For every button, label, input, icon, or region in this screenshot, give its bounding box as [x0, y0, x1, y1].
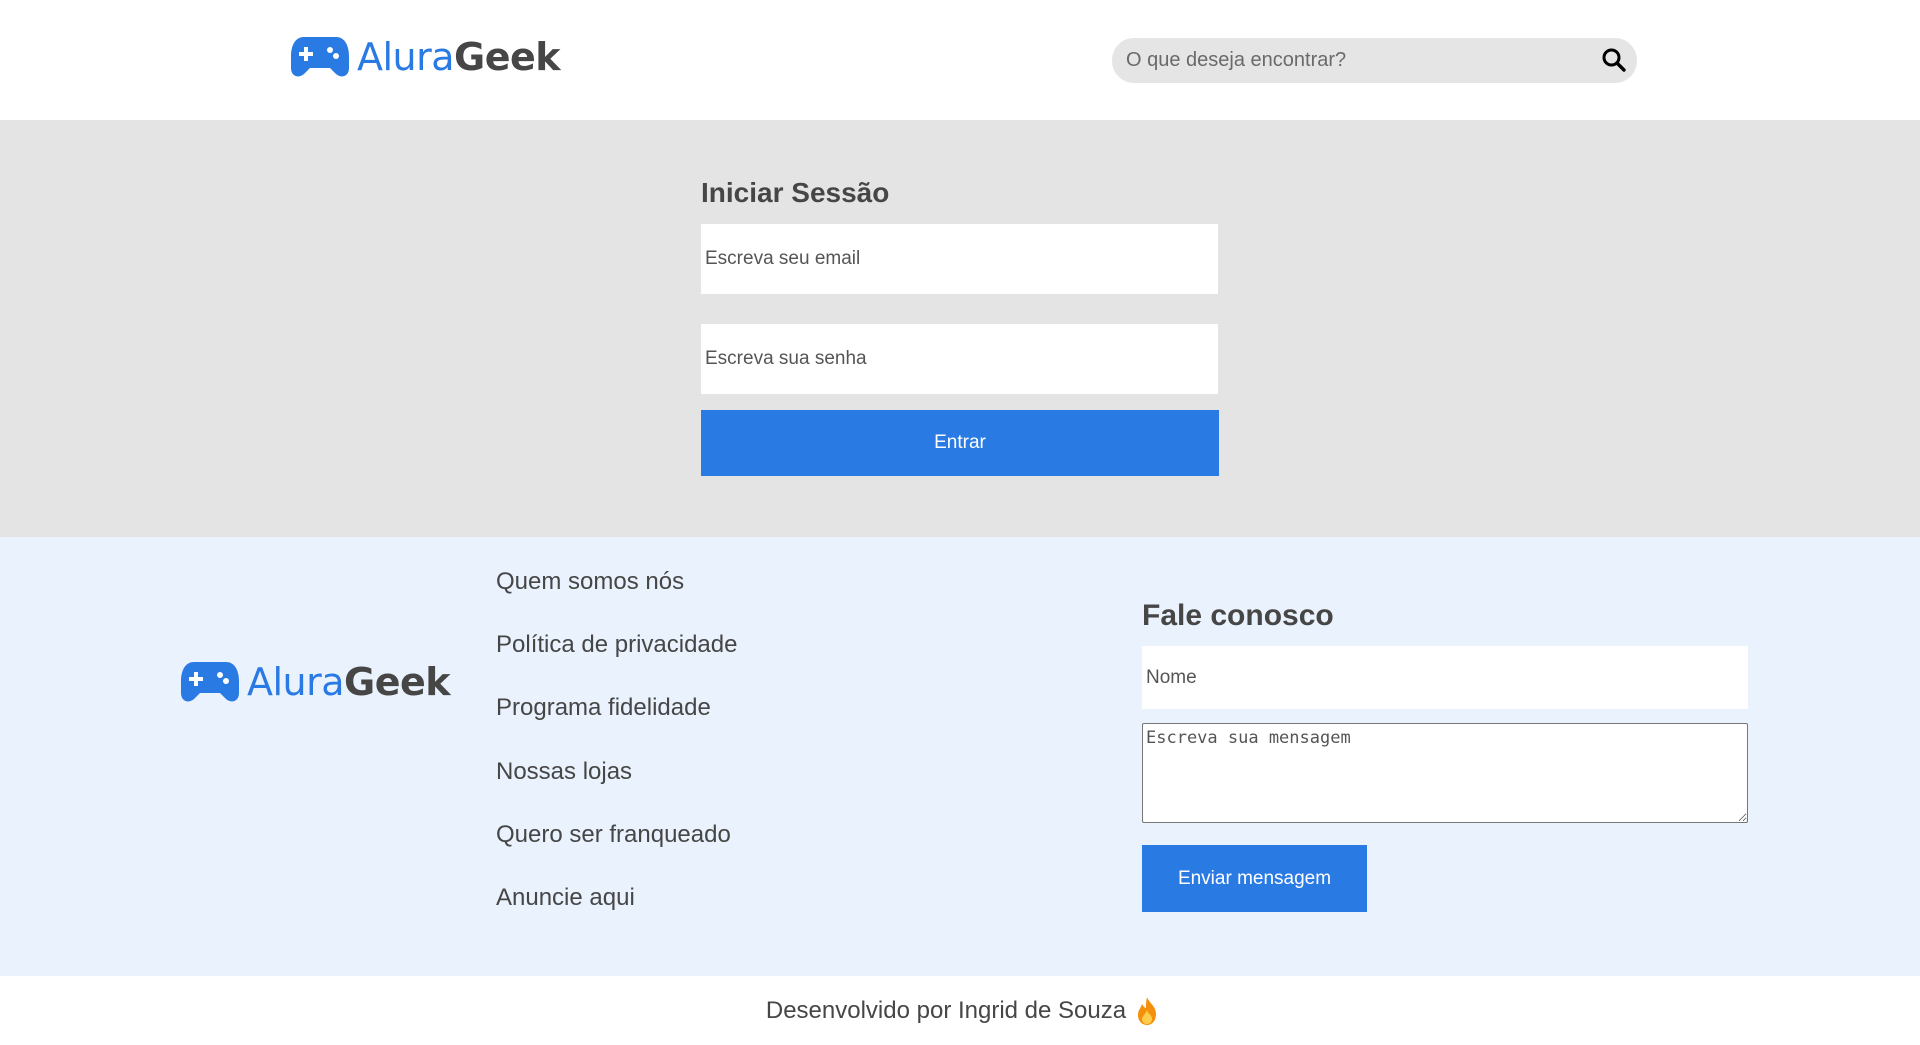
search-bar [1112, 38, 1637, 83]
gamepad-icon [181, 662, 239, 702]
login-button[interactable]: Entrar [701, 410, 1219, 476]
footer-link-quem-somos[interactable]: Quem somos nós [496, 569, 737, 633]
gamepad-icon [291, 37, 349, 77]
password-field[interactable] [701, 324, 1218, 394]
logo-text-alura: Alura [357, 35, 455, 79]
credit-bar: Desenvolvido por Ingrid de Souza [0, 976, 1920, 1045]
name-field[interactable] [1142, 646, 1748, 709]
send-message-button[interactable]: Enviar mensagem [1142, 845, 1367, 912]
footer-logo[interactable]: AluraGeek [180, 659, 451, 705]
logo-text-geek: Geek [344, 660, 451, 704]
footer-link-fidelidade[interactable]: Programa fidelidade [496, 696, 737, 759]
email-field[interactable] [701, 224, 1218, 294]
footer-link-franqueado[interactable]: Quero ser franqueado [496, 822, 737, 886]
footer-link-privacidade[interactable]: Política de privacidade [496, 633, 737, 696]
credit-text: Desenvolvido por Ingrid de Souza [765, 996, 1127, 1024]
footer-links: Quem somos nós Política de privacidade P… [496, 569, 737, 949]
header-logo[interactable]: AluraGeek [290, 34, 561, 80]
contact-title: Fale conosco [1142, 599, 1334, 632]
message-field[interactable] [1142, 723, 1748, 823]
logo-text-alura: Alura [247, 660, 345, 704]
login-title: Iniciar Sessão [701, 177, 890, 208]
fire-icon [1138, 996, 1157, 1025]
footer-link-anuncie[interactable]: Anuncie aqui [496, 885, 737, 949]
site-footer: AluraGeek Quem somos nós Política de pri… [0, 537, 1920, 976]
search-input[interactable] [1126, 38, 1586, 83]
footer-link-lojas[interactable]: Nossas lojas [496, 759, 737, 823]
search-icon[interactable] [1601, 47, 1627, 73]
logo-text-geek: Geek [454, 35, 561, 79]
site-header: AluraGeek [0, 0, 1920, 120]
login-section: Iniciar Sessão Entrar [0, 120, 1920, 537]
